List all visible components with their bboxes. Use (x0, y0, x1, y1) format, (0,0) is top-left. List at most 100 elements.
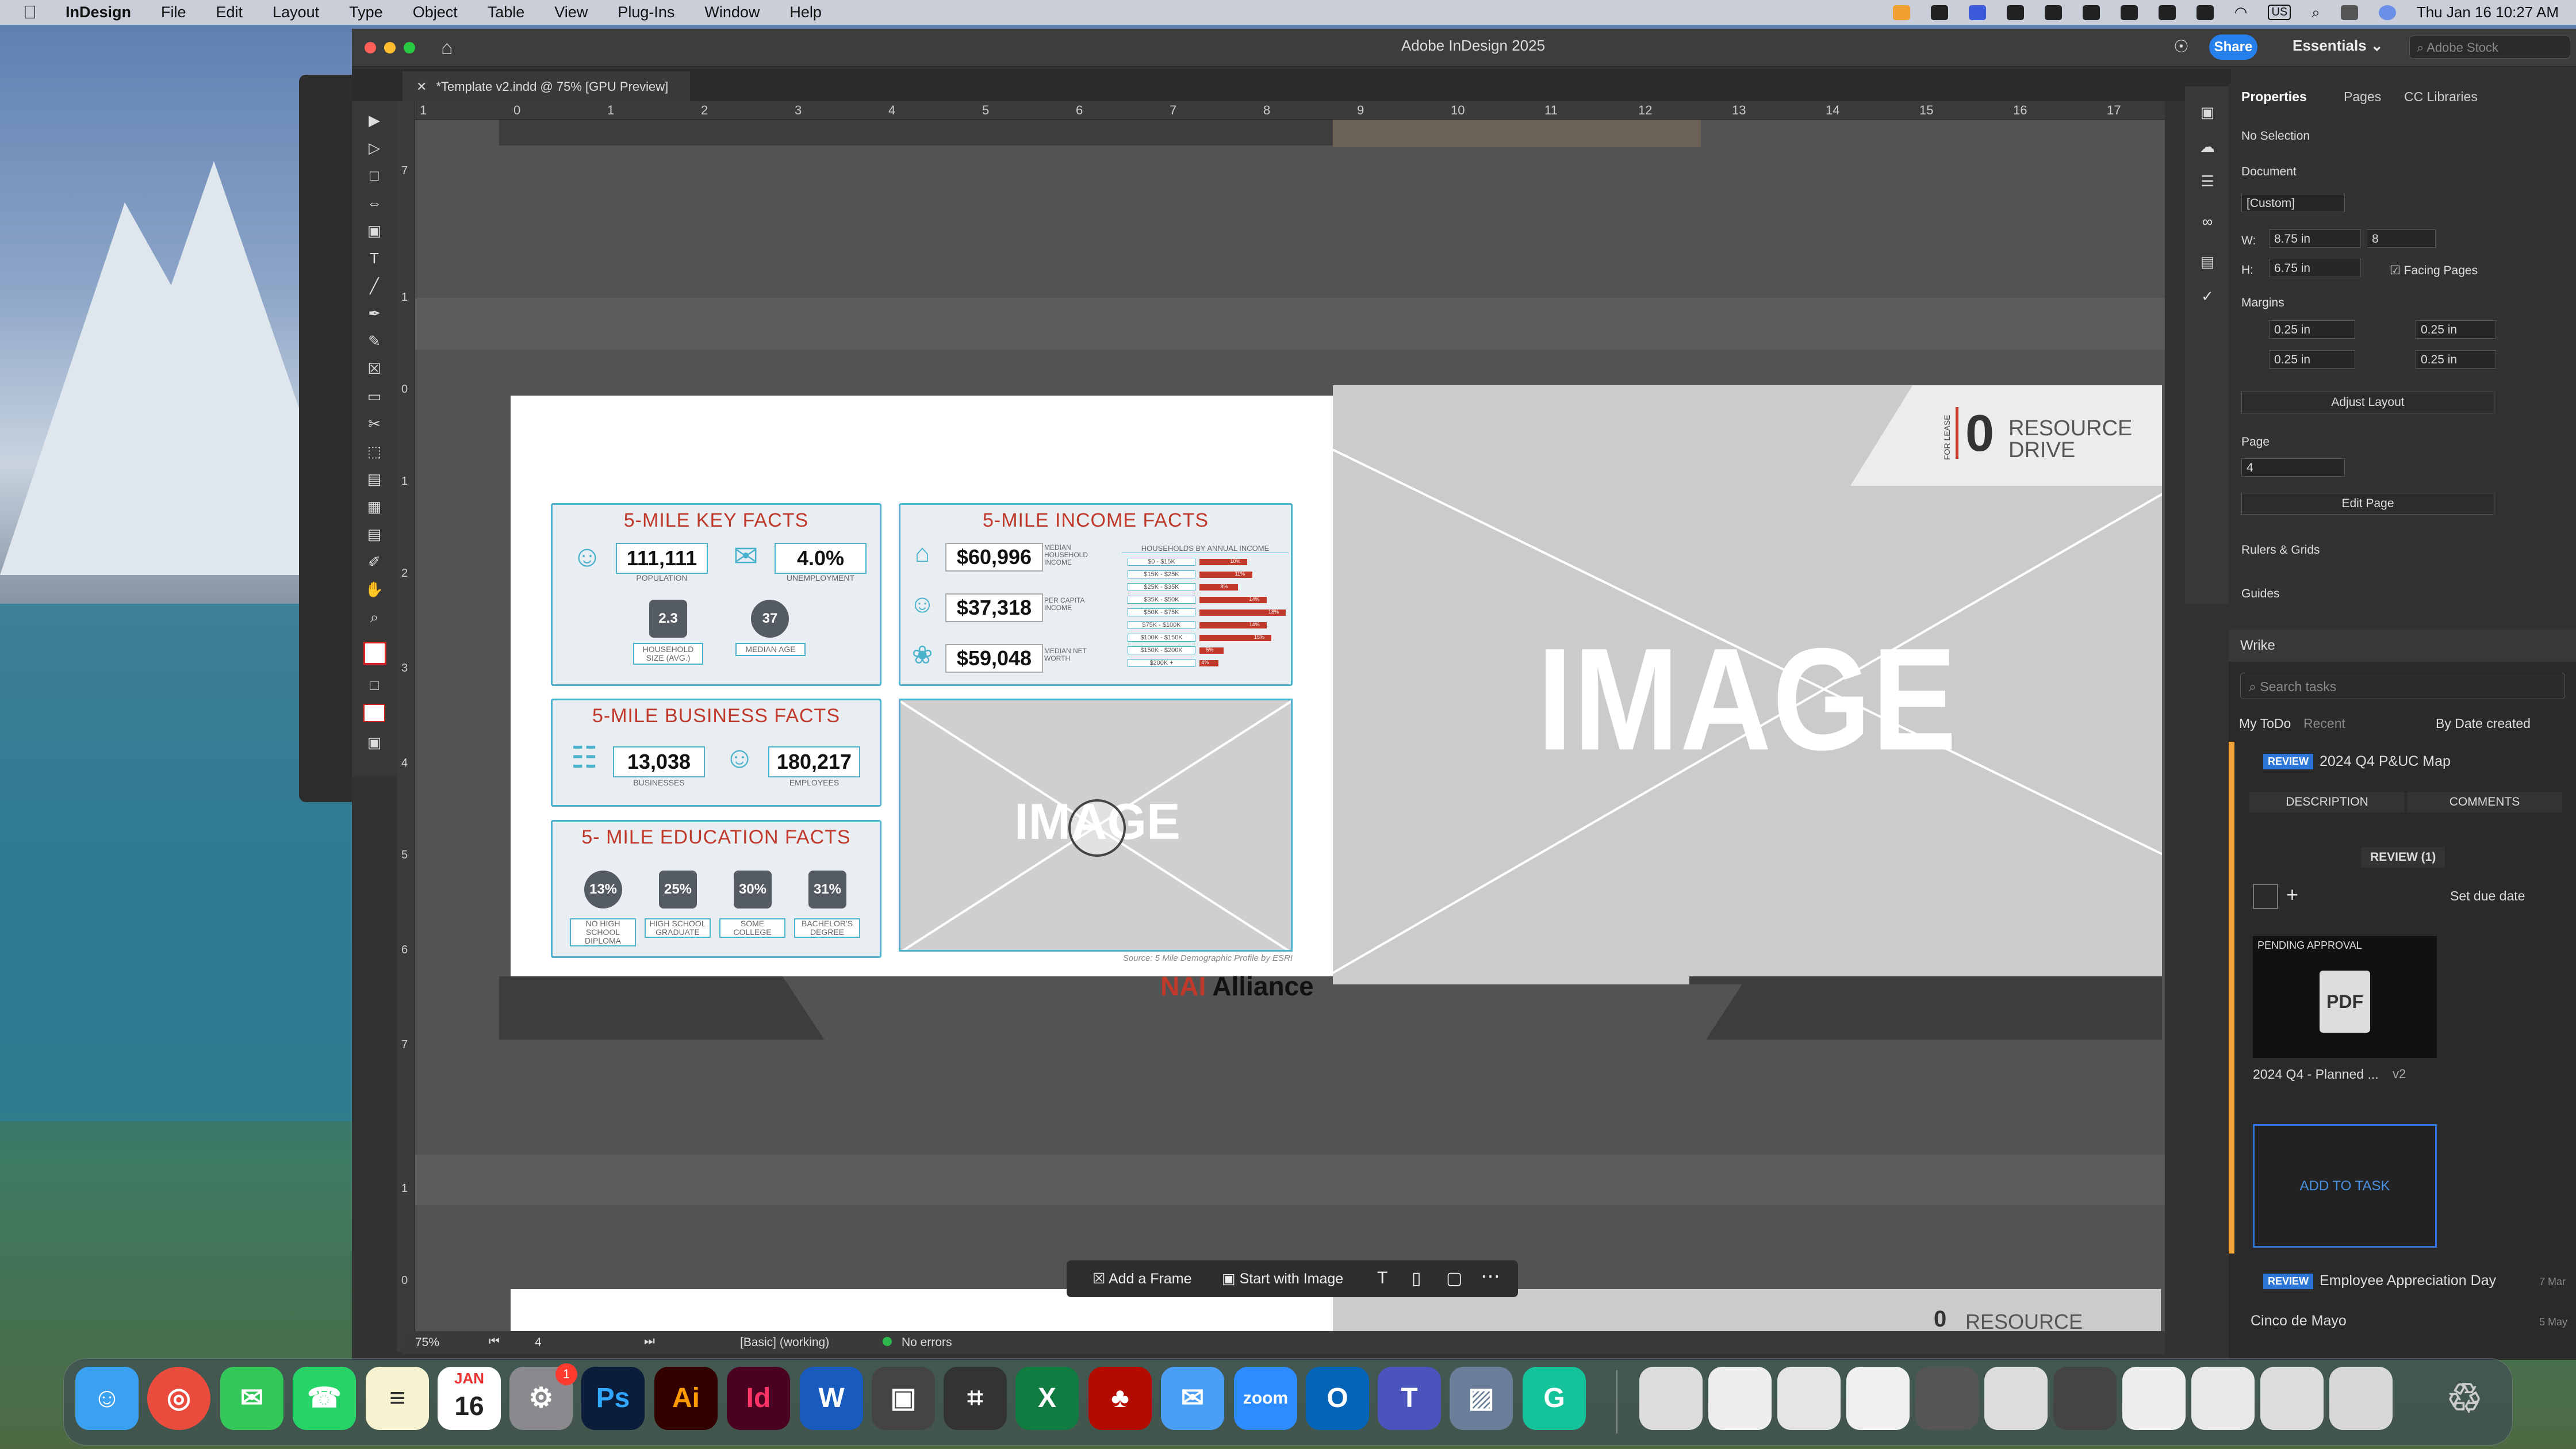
dock-recent-doc[interactable] (1639, 1367, 1703, 1430)
add-to-task-button[interactable]: ADD TO TASK (2253, 1124, 2437, 1248)
dock-recent-doc[interactable] (1984, 1367, 2048, 1430)
free-transform-tool-icon[interactable]: ⬚ (363, 443, 385, 461)
dock-recent-doc[interactable] (2191, 1367, 2255, 1430)
dock-excel[interactable]: X (1015, 1367, 1079, 1430)
zoom-window-button[interactable] (404, 42, 415, 53)
creative-cloud-icon[interactable] (2120, 5, 2138, 20)
content-collector-icon[interactable]: ▣ (363, 222, 385, 240)
edit-page-button[interactable]: Edit Page (2241, 493, 2494, 515)
menu-type[interactable]: Type (349, 3, 383, 21)
tab-properties[interactable]: Properties (2241, 89, 2307, 105)
dock-teams[interactable]: T (1378, 1367, 1441, 1430)
gradient-tool-icon[interactable]: ▤ (363, 470, 385, 489)
grammarly-menu-icon[interactable] (1930, 5, 1948, 20)
eyedropper-tool-icon[interactable]: ✐ (363, 553, 385, 572)
preflight-errors[interactable]: No errors (902, 1336, 952, 1350)
close-window-button[interactable] (365, 42, 376, 53)
comments-button[interactable]: COMMENTS (2407, 792, 2562, 812)
input-source[interactable]: US (2268, 5, 2291, 20)
rectangle-tool-icon[interactable]: ▭ (363, 388, 385, 406)
app-menu-icon[interactable] (2006, 5, 2024, 20)
business-facts-panel[interactable]: 5-MILE BUSINESS FACTS ☷ 13,038 BUSINESSE… (551, 699, 881, 807)
dock-recent-doc[interactable] (2329, 1367, 2393, 1430)
dock-calendar[interactable]: JAN 16 (438, 1367, 501, 1430)
menu-object[interactable]: Object (413, 3, 458, 21)
key-facts-panel[interactable]: 5-MILE KEY FACTS ☺ 111,111 POPULATION ✉ … (551, 503, 881, 686)
page-tool-icon[interactable]: □ (363, 167, 385, 185)
rectangle-frame-tool-icon[interactable]: ☒ (363, 360, 385, 378)
sort-dropdown[interactable]: By Date created (2436, 716, 2531, 731)
more-options-icon[interactable]: ⋯ (1481, 1265, 1500, 1288)
page-count-field[interactable]: 8 (2367, 229, 2436, 248)
first-page-button[interactable]: ⏮ (489, 1335, 500, 1348)
tab-my-todo[interactable]: My ToDo (2239, 716, 2291, 731)
dock-outlook[interactable]: O (1306, 1367, 1369, 1430)
tab-recent[interactable]: Recent (2303, 716, 2345, 731)
menu-file[interactable]: File (161, 3, 186, 21)
siri-icon[interactable] (2378, 5, 2396, 20)
dock-recent-doc[interactable] (1708, 1367, 1772, 1430)
workspace-switcher[interactable]: Essentials ⌄ (2293, 37, 2383, 55)
left-page[interactable]: 5-MILE KEY FACTS ☺ 111,111 POPULATION ✉ … (511, 396, 1333, 1001)
hand-tool-icon[interactable]: ✋ (363, 581, 385, 599)
dock-recent-doc[interactable] (1777, 1367, 1841, 1430)
page-select[interactable]: 4 (2241, 458, 2345, 477)
menu-edit[interactable]: Edit (216, 3, 243, 21)
microphone-icon[interactable] (1892, 5, 1910, 20)
page-number-field[interactable]: 4 (535, 1336, 604, 1350)
small-image-frame[interactable]: IMAGE (899, 699, 1293, 952)
pencil-tool-icon[interactable]: ✎ (363, 332, 385, 351)
bars-icon[interactable] (2158, 5, 2176, 20)
gradient-feather-tool-icon[interactable]: ▦ (363, 498, 385, 516)
menu-layout[interactable]: Layout (273, 3, 319, 21)
pen-tool-icon[interactable]: ✒ (363, 305, 385, 323)
fill-stroke-swatch[interactable] (363, 642, 386, 665)
line-tool-icon[interactable]: ╱ (363, 277, 385, 296)
apply-none-icon[interactable] (363, 704, 385, 722)
document-tab[interactable]: ✕ *Template v2.indd @ 75% [GPU Preview] (402, 71, 690, 101)
add-frame-button[interactable]: ☒ Add a Frame (1092, 1270, 1192, 1287)
margin-right-field[interactable]: 0.25 in (2416, 320, 2496, 339)
wrike-search-input[interactable]: ⌕ Search tasks (2240, 673, 2565, 699)
menu-clock[interactable]: Thu Jan 16 10:27 AM (2417, 3, 2559, 21)
vertical-ruler[interactable]: 7 1 0 1 2 3 4 5 6 7 1 0 (397, 101, 415, 1352)
minimize-window-button[interactable] (384, 42, 396, 53)
dock-chrome[interactable]: ◎ (147, 1367, 210, 1430)
file-name[interactable]: 2024 Q4 - Planned ... (2253, 1067, 2379, 1082)
type-tool-icon[interactable]: T (363, 250, 385, 268)
spotlight-icon[interactable]: ⌕ (2312, 3, 2320, 22)
zoom-level[interactable]: 75% (415, 1336, 439, 1350)
start-with-image-button[interactable]: ▣ Start with Image (1222, 1270, 1343, 1287)
description-button[interactable]: DESCRIPTION (2249, 792, 2405, 812)
dock-zoom[interactable]: zoom (1234, 1367, 1297, 1430)
dock-recent-doc[interactable] (1915, 1367, 1979, 1430)
dock-screenshot[interactable]: ▣ (872, 1367, 935, 1430)
education-facts-panel[interactable]: 5- MILE EDUCATION FACTS 13% NO HIGH SCHO… (551, 820, 881, 958)
review-checkbox[interactable] (2253, 884, 2278, 909)
gamepad-icon[interactable] (2082, 5, 2100, 20)
selection-tool-icon[interactable]: ▶ (363, 112, 385, 130)
dock-illustrator[interactable]: Ai (654, 1367, 718, 1430)
trash-icon[interactable]: ♲ (2433, 1367, 2496, 1430)
home-icon[interactable]: ⌂ (441, 37, 453, 59)
add-reviewer-icon[interactable]: + (2286, 883, 2298, 907)
margin-bottom-field[interactable]: 0.25 in (2269, 350, 2355, 369)
right-page[interactable]: FOR LEASE 0 RESOURCE DRIVE IMAGE (1333, 385, 2162, 984)
task1-title[interactable]: 2024 Q4 P&UC Map (2320, 753, 2451, 770)
content-grabber-icon[interactable] (1068, 799, 1126, 857)
pending-file-card[interactable]: PENDING APPROVAL PDF (2253, 936, 2437, 1058)
gap-tool-icon[interactable]: ⇔ (363, 194, 385, 213)
battery-icon[interactable] (2196, 5, 2214, 20)
tab-pages[interactable]: Pages (2344, 89, 2381, 105)
dock-finder[interactable]: ☺ (75, 1367, 139, 1430)
dock-photoshop[interactable]: Ps (581, 1367, 645, 1430)
dock-word[interactable]: W (800, 1367, 863, 1430)
wifi-icon[interactable]: ◠ (2234, 3, 2248, 21)
document-width-field[interactable]: 8.75 in (2269, 229, 2361, 248)
menu-app-name[interactable]: InDesign (66, 3, 131, 21)
type-icon[interactable]: T (1377, 1268, 1387, 1288)
document-icon[interactable]: ▯ (1412, 1268, 1421, 1289)
menu-help[interactable]: Help (789, 3, 822, 21)
dock-recent-doc[interactable] (2053, 1367, 2117, 1430)
dock-recent-doc[interactable] (2260, 1367, 2324, 1430)
